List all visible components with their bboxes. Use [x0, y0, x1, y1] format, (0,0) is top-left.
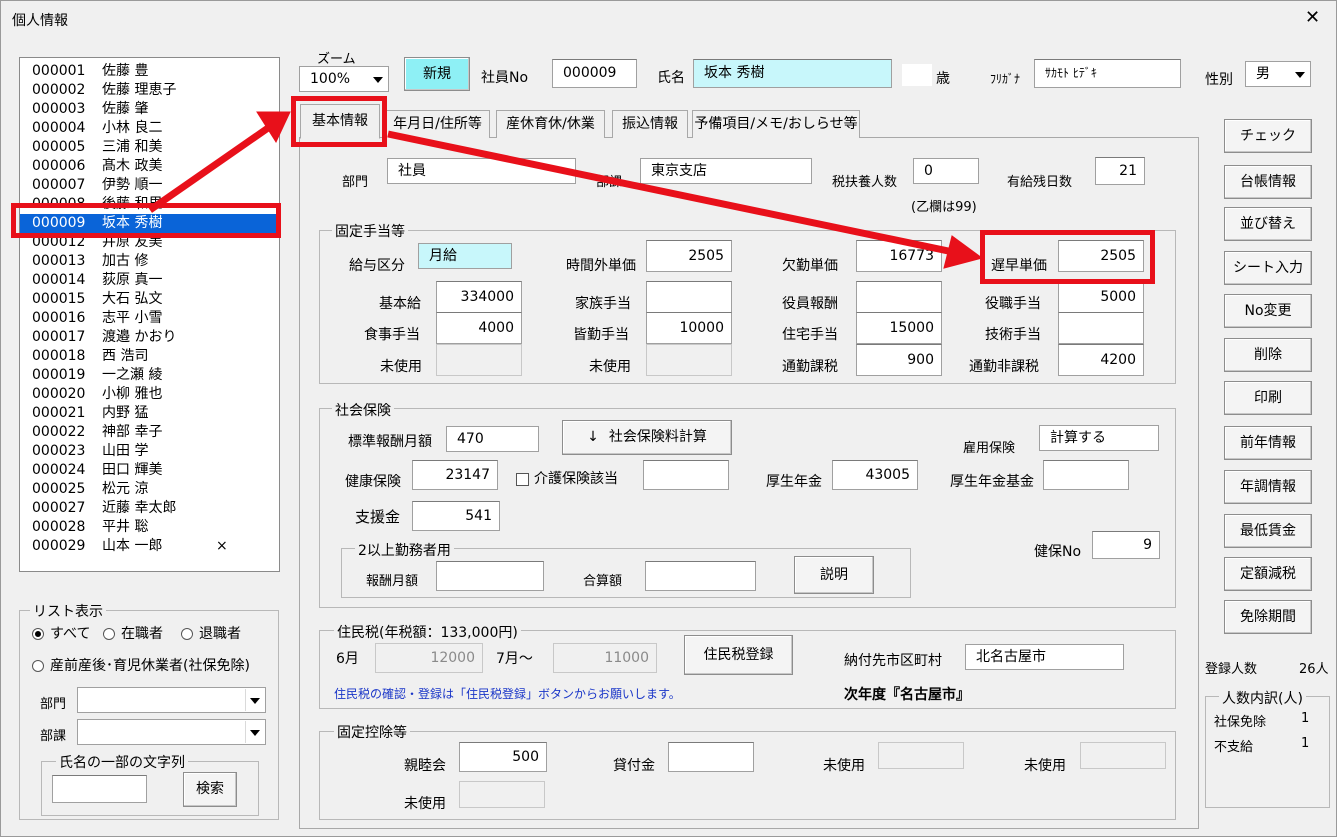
- arrow-to-tab-line: [148, 125, 270, 213]
- arrow-to-tab-head: [256, 111, 291, 144]
- arrow-to-late-head: [943, 235, 984, 269]
- annotation-arrows: [148, 111, 984, 269]
- arrow-to-late-line: [387, 130, 959, 257]
